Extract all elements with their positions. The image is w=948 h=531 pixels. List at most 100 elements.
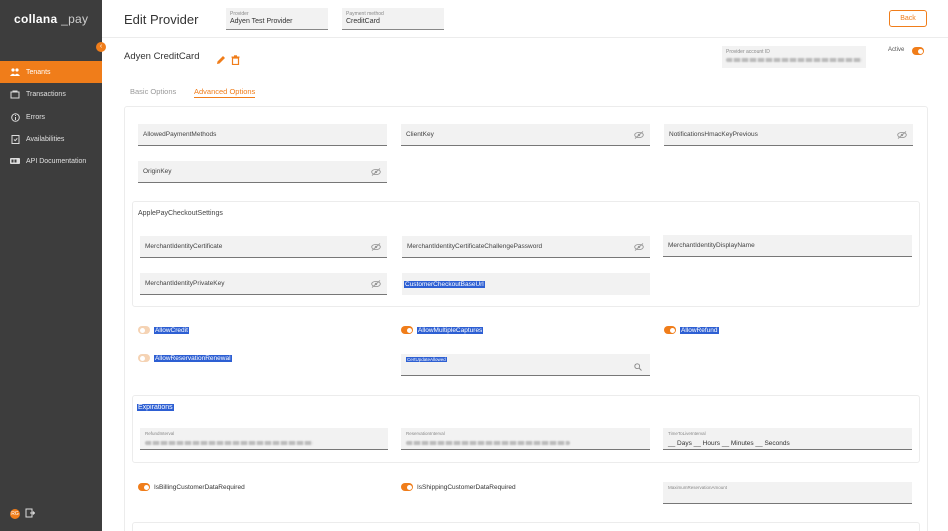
allow-refund-label: AllowRefund [680,326,719,334]
eye-off-icon[interactable] [897,131,907,139]
allow-multiple-captures-row: AllowMultipleCaptures [401,326,484,334]
sidebar-footer: RG [10,505,36,523]
tab-advanced-options[interactable]: Advanced Options [194,87,256,98]
logo-light: pay [68,12,89,26]
maximum-reservation-amount-field[interactable]: MaximumReservationAmount [663,482,912,504]
customer-checkout-base-url-field[interactable]: CustomerCheckoutBaseUrl [402,273,650,295]
logo-bold: collana [14,12,58,26]
allow-reservation-renewal-toggle[interactable] [138,354,150,362]
allow-credit-label: AllowCredit [154,326,189,334]
client-key-field[interactable]: ClientKey [401,124,650,146]
sidebar: collana _pay Tenants Transactions Errors… [0,0,102,531]
payment-method-label: Payment method [346,11,384,17]
api-icon [10,156,20,166]
sidebar-item-label: Transactions [26,90,66,98]
field-label: NotificationsHmacKeyPrevious [669,131,758,138]
eye-off-icon[interactable] [371,168,381,176]
apple-pay-title: ApplePayCheckoutSettings [138,210,223,217]
maximum-reservation-amount-label: MaximumReservationAmount [668,485,728,490]
back-button[interactable]: Back [889,10,927,27]
refund-interval-label: RefundInterval [145,431,175,436]
field-label: CustomerCheckoutBaseUrl [404,280,485,288]
merchant-identity-certificate-challenge-password-field[interactable]: MerchantIdentityCertificateChallengePass… [402,236,650,258]
sidebar-item-label: Errors [26,113,46,121]
expirations-title: Expirations [137,404,174,411]
sidebar-item-availabilities[interactable]: Availabilities [0,128,102,150]
merchant-identity-private-key-field[interactable]: MerchantIdentityPrivateKey [140,273,387,295]
eye-off-icon[interactable] [371,243,381,251]
notifications-hmac-key-previous-field[interactable]: NotificationsHmacKeyPrevious [664,124,913,146]
info-icon [10,112,20,122]
clipboard-icon [10,134,20,144]
sidebar-item-label: API Documentation [26,157,87,165]
people-icon [10,67,20,77]
eye-off-icon[interactable] [634,243,644,251]
allow-reservation-renewal-label: AllowReservationRenewal [154,354,232,362]
sidebar-item-tenants[interactable]: Tenants [0,61,102,83]
logo: collana _pay [14,12,89,26]
allow-multiple-captures-label: AllowMultipleCaptures [417,326,484,334]
provider-field[interactable]: Provider Adyen Test Provider [226,8,328,30]
avatar[interactable]: RG [10,509,20,519]
cert-update-allowed-label: CertUpdateAllowed [406,357,447,362]
origin-key-field[interactable]: OriginKey [138,161,387,183]
field-label: AllowedPaymentMethods [143,131,217,138]
trash-icon[interactable] [231,52,241,66]
is-billing-customer-data-required-toggle[interactable] [138,483,150,491]
search-icon[interactable] [634,363,642,371]
time-to-live-label: TimeToLiveInterval [668,431,706,436]
header-divider [102,37,948,38]
field-label: MerchantIdentityPrivateKey [145,280,225,287]
reservation-interval-label: ReservationInterval [406,431,445,436]
active-label: Active [888,47,905,53]
cert-update-allowed-select[interactable]: CertUpdateAllowed [401,354,650,376]
allow-refund-row: AllowRefund [664,326,719,334]
payment-method-value: CreditCard [346,18,380,25]
cart-icon [10,89,20,99]
is-billing-customer-data-required-row: IsBillingCustomerDataRequired [138,483,245,491]
collapse-sidebar-button[interactable]: ‹ [96,42,106,52]
eye-off-icon[interactable] [634,131,644,139]
field-label: MerchantIdentityCertificate [145,243,223,250]
is-shipping-customer-data-required-toggle[interactable] [401,483,413,491]
sidebar-item-transactions[interactable]: Transactions [0,83,102,105]
payment-method-field[interactable]: Payment method CreditCard [342,8,444,30]
next-section [132,522,920,531]
active-toggle[interactable] [912,47,924,55]
provider-account-id-field[interactable]: Provider account ID [722,46,866,68]
allow-multiple-captures-toggle[interactable] [401,326,413,334]
edit-icon[interactable] [216,52,226,64]
provider-value: Adyen Test Provider [230,18,293,25]
field-label: OriginKey [143,168,172,175]
reservation-interval-field[interactable]: ReservationInterval [401,428,650,450]
allow-credit-row: AllowCredit [138,326,189,334]
eye-off-icon[interactable] [371,280,381,288]
field-label: ClientKey [406,131,434,138]
allow-reservation-renewal-row: AllowReservationRenewal [138,354,232,362]
merchant-identity-display-name-field[interactable]: MerchantIdentityDisplayName [663,235,912,257]
allowed-payment-methods-field[interactable]: AllowedPaymentMethods [138,124,387,146]
refund-interval-field[interactable]: RefundInterval [140,428,388,450]
provider-account-id-label: Provider account ID [726,49,770,55]
chevron-left-icon: ‹ [99,43,103,50]
sidebar-item-api-documentation[interactable]: API Documentation [0,150,102,172]
redacted-value [406,441,570,445]
is-billing-customer-data-required-label: IsBillingCustomerDataRequired [154,483,245,491]
sidebar-item-errors[interactable]: Errors [0,106,102,128]
allow-credit-toggle[interactable] [138,326,150,334]
sidebar-item-label: Availabilities [26,135,65,143]
is-shipping-customer-data-required-label: IsShippingCustomerDataRequired [417,483,516,491]
redacted-value [726,58,862,62]
card-title: Adyen CreditCard [124,51,200,62]
expirations-title-text: Expirations [137,404,174,411]
page-title: Edit Provider [124,12,199,27]
logout-icon[interactable] [25,505,36,523]
allow-refund-toggle[interactable] [664,326,676,334]
merchant-identity-certificate-field[interactable]: MerchantIdentityCertificate [140,236,387,258]
tab-basic-options[interactable]: Basic Options [130,87,176,96]
field-label: MerchantIdentityDisplayName [668,242,755,249]
sidebar-item-label: Tenants [26,68,51,76]
time-to-live-value: __ Days __ Hours __ Minutes __ Seconds [668,440,790,447]
provider-label: Provider [230,11,249,17]
time-to-live-interval-field[interactable]: TimeToLiveInterval __ Days __ Hours __ M… [663,428,912,450]
